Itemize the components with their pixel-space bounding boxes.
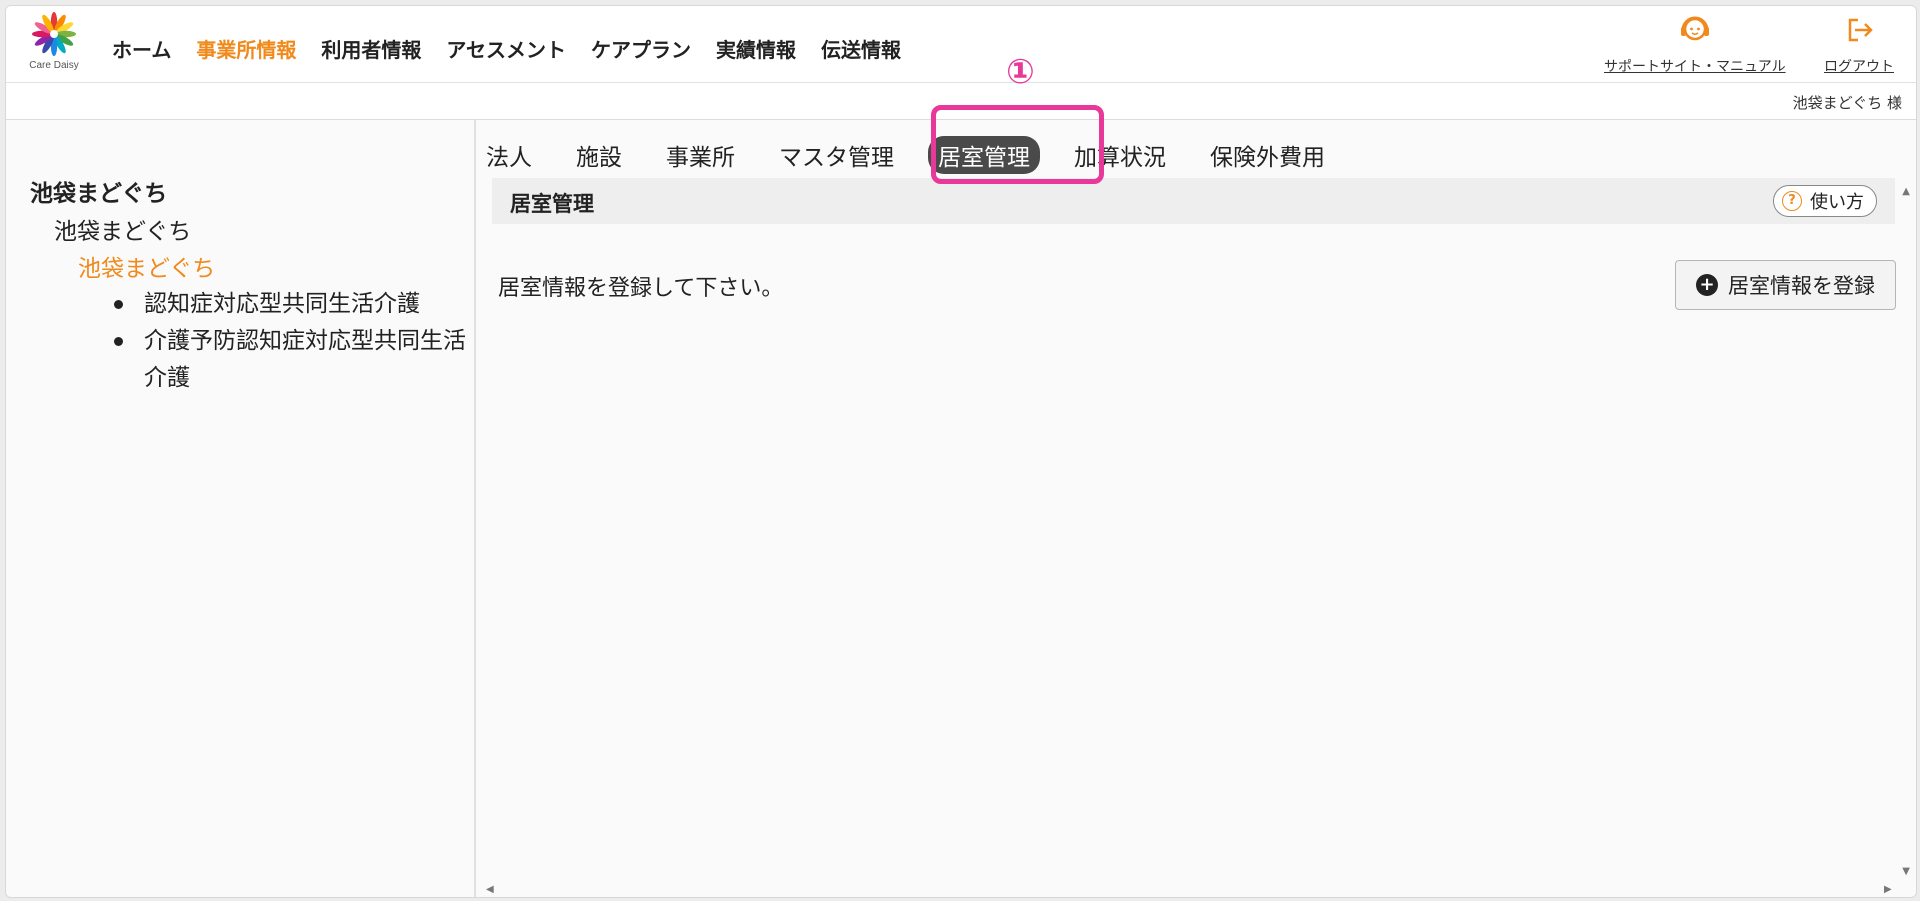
tree-service-list: 認知症対応型共同生活介護 介護予防認知症対応型共同生活介護 (114, 286, 474, 397)
nav-office-info[interactable]: 事業所情報 (196, 34, 296, 63)
tab-office[interactable]: 事業所 (656, 136, 745, 174)
how-to-use-button[interactable]: ? 使い方 (1773, 185, 1877, 217)
panel-header: 居室管理 ? 使い方 (492, 178, 1895, 224)
nav-home[interactable]: ホーム (112, 34, 171, 63)
sub-tab-bar: 法人 施設 事業所 マスタ管理 居室管理 加算状況 保険外費用 (476, 136, 1359, 174)
nav-performance-info[interactable]: 実績情報 (716, 34, 796, 63)
logo-text: Care Daisy (29, 60, 79, 71)
nav-assessment[interactable]: アセスメント (446, 34, 566, 63)
tab-facility[interactable]: 施設 (566, 136, 632, 174)
page-title: 居室管理 (510, 192, 594, 216)
nav-transmission-info[interactable]: 伝送情報 (821, 34, 901, 63)
support-site-link[interactable]: サポートサイト・マニュアル (1604, 12, 1786, 76)
annotation-step-marker: ① (1006, 52, 1035, 92)
scroll-down-arrow-icon[interactable]: ▼ (1902, 866, 1910, 877)
register-room-button[interactable]: + 居室情報を登録 (1675, 260, 1896, 310)
register-room-label: 居室情報を登録 (1728, 274, 1875, 298)
plus-circle-icon: + (1696, 274, 1718, 296)
support-link-label: サポートサイト・マニュアル (1604, 59, 1786, 75)
scroll-right-arrow-icon[interactable]: ▶ (1884, 884, 1892, 895)
tab-master-management[interactable]: マスタ管理 (769, 136, 904, 174)
vertical-scrollbar[interactable]: ▲ ▼ (1896, 120, 1916, 897)
tree-office-selected[interactable]: 池袋まどぐち (78, 249, 215, 283)
logout-label: ログアウト (1824, 59, 1894, 75)
logo-center (50, 30, 58, 38)
logged-in-user: 池袋まどぐち 様 (1792, 94, 1902, 112)
tree-facility[interactable]: 池袋まどぐち (54, 212, 191, 246)
tab-addition-status[interactable]: 加算状況 (1064, 136, 1176, 174)
help-icon: ? (1782, 191, 1802, 211)
top-header: Care Daisy ホーム 事業所情報 利用者情報 アセスメント ケアプラン … (6, 6, 1916, 83)
daisy-flower-icon (32, 12, 76, 56)
tab-room-management[interactable]: 居室管理 (928, 136, 1040, 174)
nav-care-plan[interactable]: ケアプラン (591, 34, 691, 63)
scroll-up-arrow-icon[interactable]: ▲ (1902, 186, 1910, 197)
user-bar: 池袋まどぐち 様 (6, 83, 1916, 120)
tree-corporation[interactable]: 池袋まどぐち (30, 174, 167, 208)
empty-state-message: 居室情報を登録して下さい。 (498, 276, 784, 301)
tree-service-item[interactable]: 介護予防認知症対応型共同生活介護 (114, 323, 474, 397)
tab-non-insurance-costs[interactable]: 保険外費用 (1200, 136, 1335, 174)
logout-link[interactable]: ログアウト (1824, 12, 1894, 76)
main-nav: ホーム 事業所情報 利用者情報 アセスメント ケアプラン 実績情報 伝送情報 (112, 34, 926, 63)
app-window: Care Daisy ホーム 事業所情報 利用者情報 アセスメント ケアプラン … (5, 5, 1917, 898)
tab-corporation[interactable]: 法人 (476, 136, 542, 174)
tree-service-item[interactable]: 認知症対応型共同生活介護 (114, 286, 474, 323)
main-content: 法人 施設 事業所 マスタ管理 居室管理 加算状況 保険外費用 居室管理 ? 使… (476, 120, 1916, 897)
office-tree-sidebar: 池袋まどぐち 池袋まどぐち 池袋まどぐち 認知症対応型共同生活介護 介護予防認知… (6, 120, 476, 897)
headset-icon (1680, 16, 1709, 41)
logout-icon (1848, 18, 1873, 42)
care-daisy-logo[interactable]: Care Daisy (22, 10, 86, 76)
scroll-left-arrow-icon[interactable]: ◀ (486, 884, 494, 895)
how-to-use-label: 使い方 (1810, 192, 1864, 213)
nav-user-info[interactable]: 利用者情報 (321, 34, 421, 63)
